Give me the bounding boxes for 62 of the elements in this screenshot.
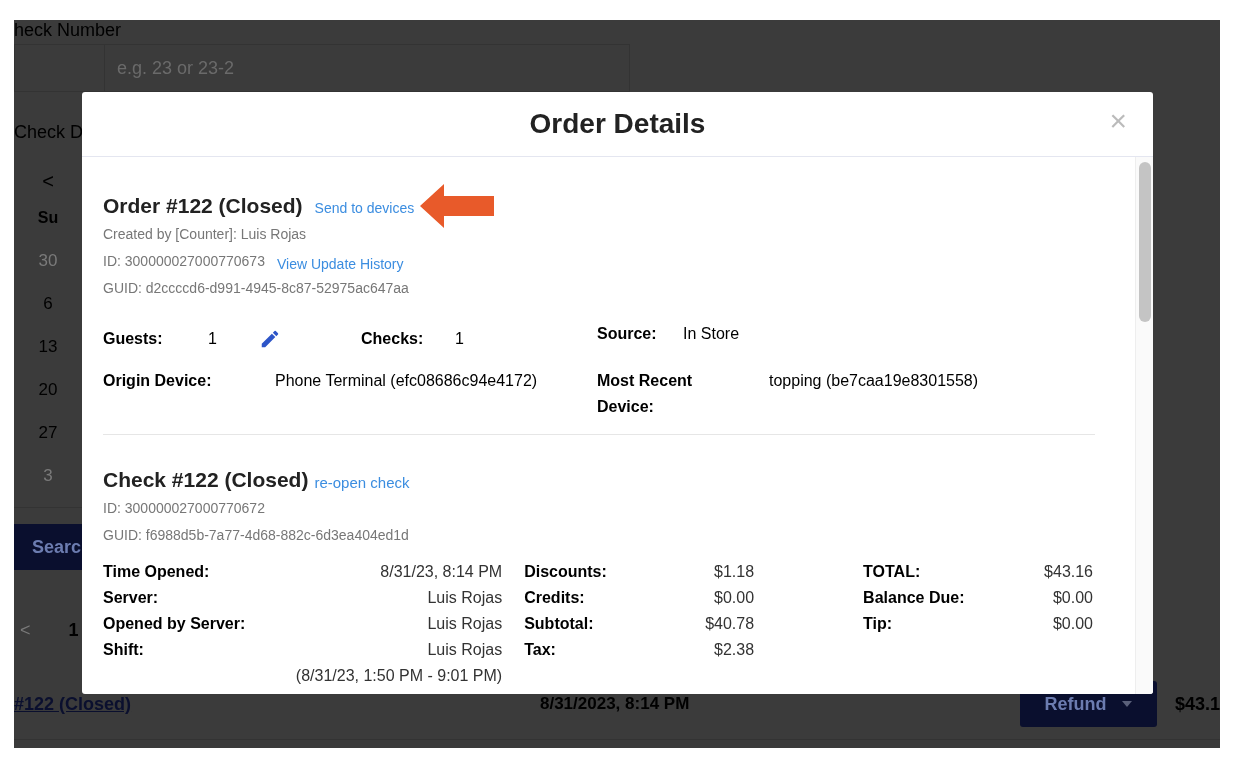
field-value: 1 — [208, 330, 218, 348]
calendar-day[interactable]: 30 — [38, 239, 58, 282]
field-label: Source: — [597, 325, 658, 343]
caret-icon — [1122, 701, 1133, 707]
calendar-day[interactable]: 6 — [43, 282, 53, 325]
created-by-text: Created by [Counter]: Luis Rojas — [103, 225, 308, 244]
field-value: $0.00 — [714, 588, 755, 608]
field-value: Luis Rojas — [427, 614, 503, 634]
field-label: Tax: — [524, 640, 556, 660]
table-cell-text: 8/31/2023, 8:14 PM — [540, 694, 691, 714]
weekday-label: Su — [37, 207, 59, 228]
order-id-text: ID: 300000027000770673 — [103, 252, 265, 271]
send-to-devices-link[interactable]: Send to devices — [314, 200, 415, 216]
previous-month-button[interactable]: < — [42, 166, 54, 196]
field-value: $43.16 — [1044, 562, 1093, 582]
calendar-day[interactable]: 27 — [38, 411, 58, 454]
field-label: Check D — [14, 122, 84, 144]
calendar-day[interactable]: 20 — [38, 368, 58, 411]
calendar-day[interactable]: 13 — [38, 325, 58, 368]
edit-pencil-icon[interactable] — [259, 328, 281, 350]
field-label: Balance Due: — [863, 588, 965, 608]
field-value: 1 — [455, 330, 465, 348]
field-label: TOTAL: — [863, 562, 921, 582]
field-label: Origin Device: — [103, 371, 213, 391]
field-label: Most Recent Device: — [597, 371, 694, 417]
dialog-title: Order Details — [529, 108, 706, 140]
scrollbar-thumb[interactable] — [1139, 162, 1151, 322]
field-label: heck Number — [14, 20, 122, 40]
field-value: $2.38 — [714, 640, 755, 660]
field-value: $40.78 — [705, 614, 755, 634]
field-value: $0.00 — [1052, 588, 1093, 608]
view-update-history-link[interactable]: View Update History — [276, 255, 404, 272]
field-value: topping (be7caa19e8301558) — [769, 371, 979, 391]
field-label: Tip: — [863, 614, 893, 634]
annotation-arrow-icon — [420, 184, 495, 228]
check-title: Check #122 (Closed) — [103, 468, 309, 492]
field-label: Shift: — [103, 640, 144, 660]
field-value: Luis Rojas — [427, 640, 503, 660]
field-label: Discounts: — [524, 562, 607, 582]
field-label: Opened by Server: — [103, 614, 246, 634]
field-label: Credits: — [524, 588, 585, 608]
calendar-day[interactable]: 3 — [43, 454, 53, 497]
field-label: Guests: — [103, 330, 164, 348]
field-value: $0.00 — [1052, 614, 1093, 634]
field-value: $1.18 — [714, 562, 755, 582]
page-button[interactable]: 1 — [64, 620, 83, 641]
reopen-check-link[interactable]: re-open check — [314, 473, 410, 491]
field-value: (8/31/23, 1:50 PM - 9:01 PM) — [295, 666, 503, 686]
field-value: Phone Terminal (efc08686c94e4172) — [275, 371, 539, 391]
check-id-text: ID: 300000027000770672 — [103, 499, 266, 518]
field-value: In Store — [683, 325, 740, 343]
order-title: Order #122 (Closed) — [103, 194, 303, 218]
field-label: Server: — [103, 588, 159, 608]
order-guid-text: GUID: d2ccccd6-d991-4945-8c87-52975ac647aa — [103, 279, 410, 298]
field-value: Luis Rojas — [427, 588, 503, 608]
field-label: Subtotal: — [524, 614, 594, 634]
close-button[interactable]: × — [1105, 106, 1131, 136]
field-label: Checks: — [361, 330, 425, 348]
table-cell: $43.1 — [1174, 693, 1220, 715]
field-value: 8/31/23, 8:14 PM — [380, 562, 503, 582]
previous-page-button[interactable]: < — [16, 620, 35, 641]
scrollbar[interactable] — [1135, 157, 1153, 694]
